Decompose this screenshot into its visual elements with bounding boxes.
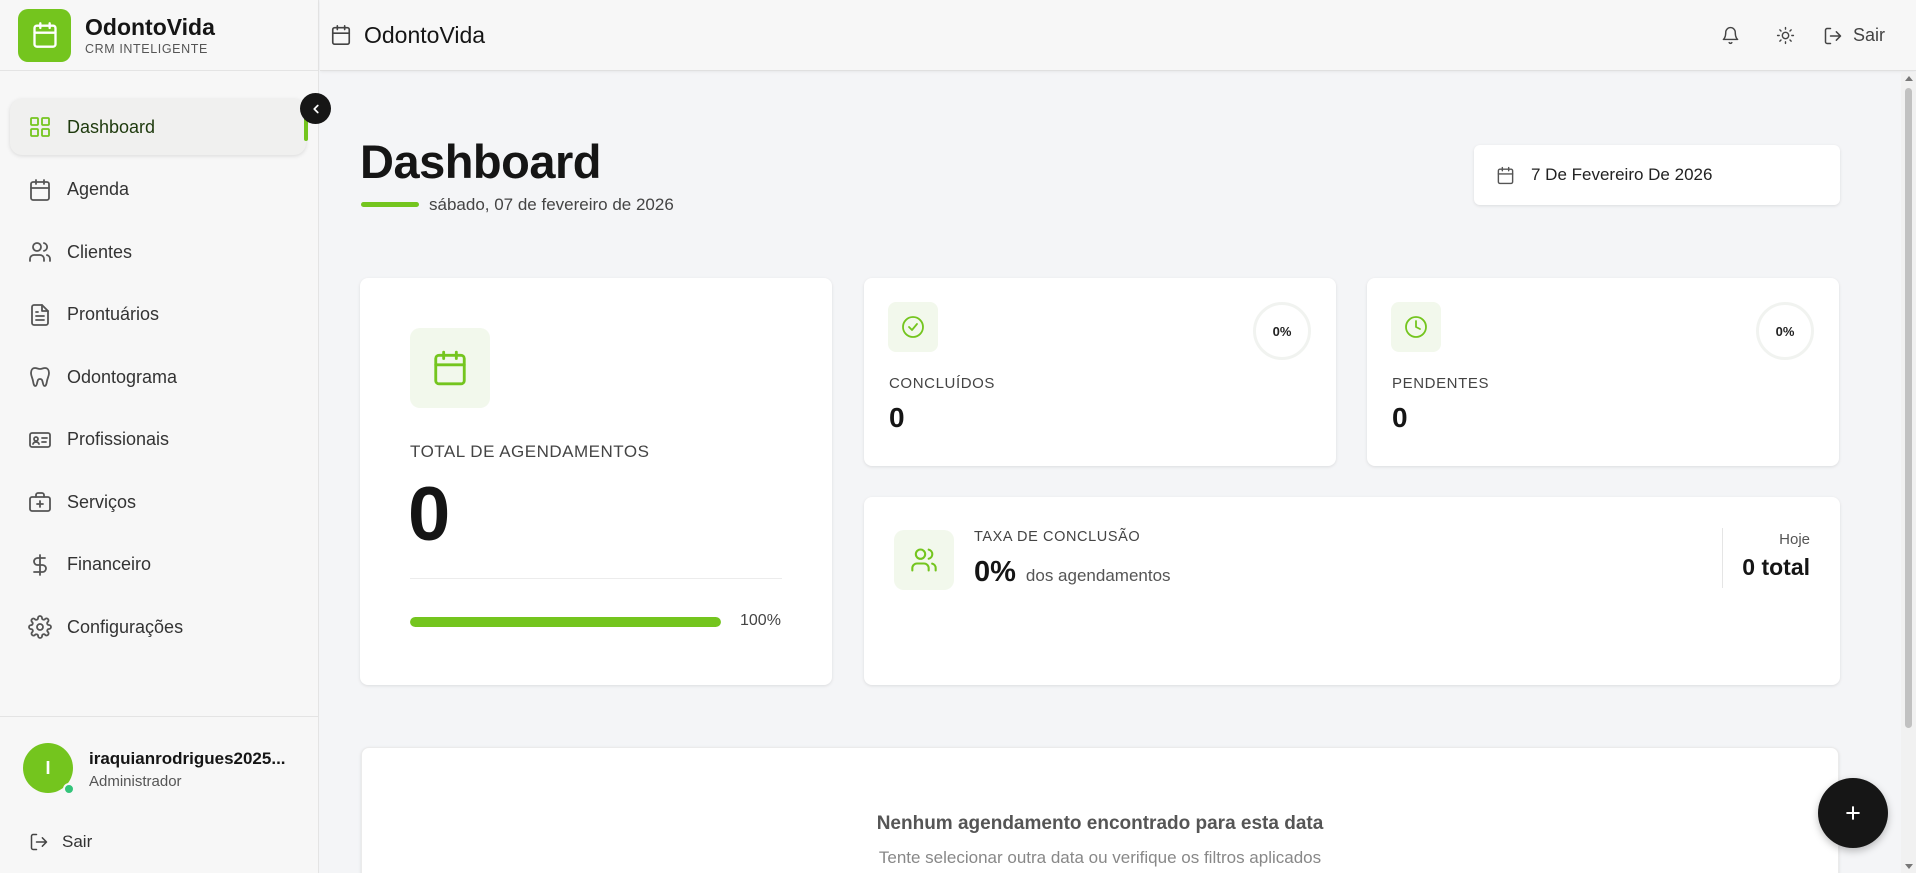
sidebar-item-label: Agenda (67, 179, 130, 199)
period-label: Hoje (1779, 531, 1810, 548)
page-date: sábado, 07 de fevereiro de 2026 (429, 195, 674, 214)
user-profile[interactable]: I iraquianrodrigues2025... Administrador… (0, 716, 319, 873)
sidebar-item-profissionais[interactable]: Profissionais (10, 412, 306, 468)
divider (410, 578, 782, 579)
brand-name: OdontoVida (85, 14, 215, 40)
total-value: 0 (408, 472, 451, 557)
date-picker-value: 7 De Fevereiro De 2026 (1531, 165, 1713, 184)
sidebar-item-servicos[interactable]: Serviços (10, 474, 306, 530)
sidebar-item-label: Clientes (67, 241, 133, 262)
plus-icon (1846, 806, 1860, 820)
sidebar-logout-button[interactable]: Sair (28, 831, 92, 853)
notifications-button[interactable] (1709, 14, 1753, 58)
user-name: iraquianrodrigues2025... (89, 749, 286, 768)
logout-icon (1824, 27, 1842, 44)
sidebar-nav: Dashboard Agenda Clientes Prontuários Od… (10, 99, 308, 662)
chevron-left-icon (312, 104, 319, 113)
sidebar-item-clientes[interactable]: Clientes (10, 224, 306, 280)
divider (1722, 528, 1723, 588)
period-total: 0 total (1742, 554, 1810, 580)
calendar-icon (27, 177, 53, 203)
brand: OdontoVida CRM INTELIGENTE (0, 0, 318, 71)
theme-toggle-button[interactable] (1764, 14, 1808, 58)
completed-card: 0% CONCLUÍDOS 0 (864, 278, 1336, 466)
online-status-dot (63, 783, 75, 795)
calendar-icon (410, 328, 490, 408)
total-appointments-card: TOTAL DE AGENDAMENTOS 0 100% (360, 278, 832, 685)
sidebar-item-label: Odontograma (67, 366, 178, 387)
page-title: Dashboard (360, 135, 602, 188)
sidebar-item-odontograma[interactable]: Odontograma (10, 349, 306, 405)
sidebar-item-label: Profissionais (67, 429, 170, 449)
main-content: Dashboard sábado, 07 de fevereiro de 202… (320, 72, 1916, 873)
sun-icon (1777, 26, 1795, 45)
sidebar-item-label: Prontuários (67, 304, 160, 324)
sidebar-item-dashboard[interactable]: Dashboard (10, 99, 308, 155)
tooth-icon (27, 364, 53, 390)
id-card-icon (27, 427, 53, 453)
top-bar: OdontoVida Sair (320, 0, 1916, 71)
appointments-empty-state: Nenhum agendamento encontrado para esta … (361, 747, 1839, 873)
calendar-icon (330, 24, 352, 46)
scroll-up-arrow[interactable] (1905, 76, 1913, 81)
settings-icon (27, 614, 53, 640)
pending-value: 0 (1392, 402, 1408, 433)
collapse-sidebar-button[interactable] (300, 93, 331, 124)
completed-label: CONCLUÍDOS (889, 375, 996, 392)
check-circle-icon (888, 302, 938, 352)
user-role: Administrador (89, 773, 182, 790)
brand-tagline: CRM INTELIGENTE (85, 42, 208, 56)
empty-state-subtitle: Tente selecionar outra data ou verifique… (878, 848, 1322, 867)
pending-percent-ring: 0% (1756, 302, 1814, 360)
completion-rate-card: TAXA DE CONCLUSÃO 0% dos agendamentos Ho… (864, 497, 1840, 685)
add-appointment-button[interactable] (1818, 778, 1888, 848)
main-scrollbar[interactable] (1901, 72, 1916, 873)
completion-rate-value: 0% (974, 556, 1016, 588)
clock-icon (1391, 302, 1441, 352)
sidebar-item-financeiro[interactable]: Financeiro (10, 537, 306, 593)
calendar-icon (1497, 166, 1514, 184)
bell-icon (1723, 26, 1739, 45)
completed-percent-ring: 0% (1253, 302, 1311, 360)
logout-icon (28, 831, 50, 853)
title-accent-bar (361, 202, 419, 207)
date-picker[interactable]: 7 De Fevereiro De 2026 (1474, 145, 1840, 205)
calendar-icon[interactable] (18, 8, 71, 62)
users-icon (27, 239, 53, 265)
progress-label: 100% (740, 612, 781, 629)
completion-rate-sub: dos agendamentos (1025, 566, 1171, 585)
total-label: TOTAL DE AGENDAMENTOS (410, 442, 650, 461)
scroll-down-arrow[interactable] (1905, 864, 1913, 869)
progress-bar (410, 617, 721, 627)
sidebar-item-label: Dashboard (67, 116, 156, 137)
sidebar-logout-label: Sair (62, 832, 93, 851)
sidebar-item-agenda[interactable]: Agenda (10, 162, 306, 218)
dollar-icon (27, 552, 53, 578)
users-icon (894, 530, 954, 590)
completion-rate-label: TAXA DE CONCLUSÃO (974, 529, 1141, 545)
logout-button[interactable]: Sair (1823, 25, 1885, 46)
file-text-icon (27, 302, 53, 328)
sidebar-item-configuracoes[interactable]: Configurações (10, 599, 306, 655)
logout-label: Sair (1852, 25, 1885, 45)
scroll-thumb[interactable] (1905, 88, 1912, 728)
pending-card: 0% PENDENTES 0 (1367, 278, 1839, 466)
briefcase-medical-icon (27, 489, 53, 515)
sidebar-item-label: Financeiro (67, 554, 152, 574)
grid-icon (27, 114, 53, 140)
empty-state-title: Nenhum agendamento encontrado para esta … (876, 813, 1324, 834)
completed-value: 0 (889, 402, 905, 433)
sidebar: OdontoVida CRM INTELIGENTE Dashboard Age… (0, 0, 319, 873)
pending-label: PENDENTES (1392, 375, 1490, 392)
sidebar-item-label: Configurações (67, 616, 184, 637)
sidebar-item-prontuarios[interactable]: Prontuários (10, 287, 306, 343)
header-title-text: OdontoVida (364, 21, 486, 48)
header-title: OdontoVida (330, 22, 485, 49)
sidebar-item-label: Serviços (67, 491, 137, 512)
progress-fill (410, 617, 721, 627)
